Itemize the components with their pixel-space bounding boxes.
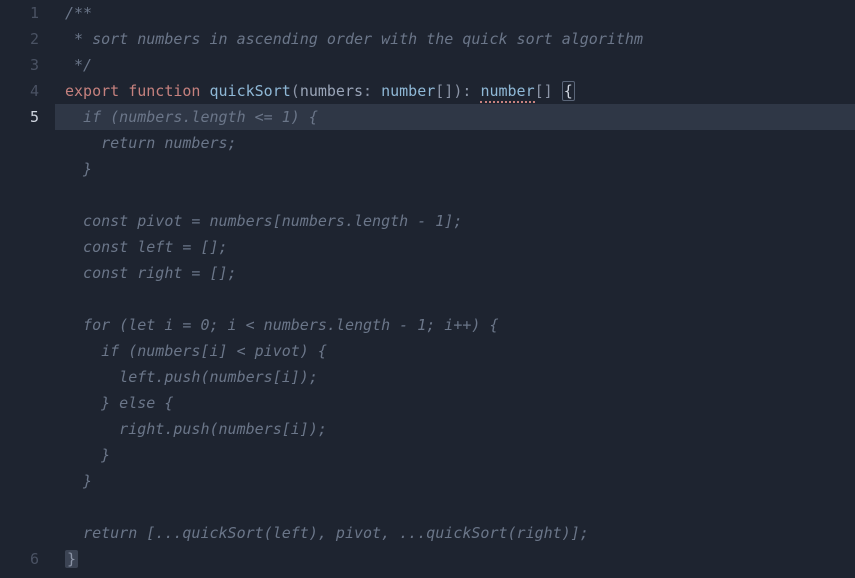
line-number: 2 bbox=[0, 26, 55, 52]
code-line: */ bbox=[65, 52, 855, 78]
line-number: 4 bbox=[0, 78, 55, 104]
line-number-active: 5 bbox=[0, 104, 55, 130]
ai-suggestion-token: return [...quickSort(left), pivot, ...qu… bbox=[65, 524, 589, 542]
code-line: } bbox=[65, 546, 855, 572]
punct-token: [] bbox=[535, 82, 553, 100]
gutter-spacer bbox=[0, 208, 55, 234]
code-line-suggestion bbox=[65, 494, 855, 520]
ai-suggestion-token: } bbox=[65, 446, 110, 464]
punct-token: [] bbox=[435, 82, 453, 100]
gutter-spacer bbox=[0, 130, 55, 156]
gutter-spacer bbox=[0, 390, 55, 416]
code-line-suggestion: } bbox=[65, 442, 855, 468]
code-line-suggestion: right.push(numbers[i]); bbox=[65, 416, 855, 442]
param-token: numbers bbox=[300, 82, 363, 100]
code-editor[interactable]: 1 2 3 4 5 6 /** * sort numbers in ascend… bbox=[0, 0, 855, 578]
punct-token: : bbox=[462, 82, 480, 100]
code-line-suggestion: const pivot = numbers[numbers.length - 1… bbox=[65, 208, 855, 234]
code-line-suggestion: } bbox=[65, 468, 855, 494]
code-line: /** bbox=[65, 0, 855, 26]
punct-token: : bbox=[363, 82, 381, 100]
ai-suggestion-token: for (let i = 0; i < numbers.length - 1; … bbox=[65, 316, 498, 334]
ai-suggestion-token: if (numbers.length <= 1) { bbox=[65, 108, 318, 126]
gutter-spacer bbox=[0, 442, 55, 468]
ai-suggestion-token: if (numbers[i] < pivot) { bbox=[65, 342, 327, 360]
ai-suggestion-token: } bbox=[65, 472, 92, 490]
code-line-suggestion: } else { bbox=[65, 390, 855, 416]
ai-suggestion-token: const right = []; bbox=[65, 264, 237, 282]
keyword-token: function bbox=[128, 82, 200, 100]
gutter-spacer bbox=[0, 338, 55, 364]
brace-highlight: { bbox=[562, 81, 575, 101]
code-line-suggestion: left.push(numbers[i]); bbox=[65, 364, 855, 390]
code-line: * sort numbers in ascending order with t… bbox=[65, 26, 855, 52]
line-gutter: 1 2 3 4 5 6 bbox=[0, 0, 55, 578]
ai-suggestion-token: right.push(numbers[i]); bbox=[65, 420, 327, 438]
brace-highlight: } bbox=[65, 550, 78, 568]
gutter-spacer bbox=[0, 364, 55, 390]
code-line-suggestion: const left = []; bbox=[65, 234, 855, 260]
type-token: number bbox=[381, 82, 435, 100]
gutter-spacer bbox=[0, 494, 55, 520]
ai-suggestion-token: } bbox=[65, 160, 92, 178]
line-number: 1 bbox=[0, 0, 55, 26]
comment-token: * sort numbers in ascending order with t… bbox=[65, 30, 643, 48]
line-number: 6 bbox=[0, 546, 55, 572]
code-line-suggestion: for (let i = 0; i < numbers.length - 1; … bbox=[65, 312, 855, 338]
code-line: export function quickSort(numbers: numbe… bbox=[65, 78, 855, 104]
code-line-suggestion: } bbox=[65, 156, 855, 182]
code-line-active: if (numbers.length <= 1) { bbox=[55, 104, 855, 130]
ai-suggestion-token: } else { bbox=[65, 394, 173, 412]
code-line-suggestion: return [...quickSort(left), pivot, ...qu… bbox=[65, 520, 855, 546]
ai-suggestion-token: left.push(numbers[i]); bbox=[65, 368, 318, 386]
gutter-spacer bbox=[0, 416, 55, 442]
ai-suggestion-token: const left = []; bbox=[65, 238, 228, 256]
gutter-spacer bbox=[0, 182, 55, 208]
keyword-token: export bbox=[65, 82, 119, 100]
gutter-spacer bbox=[0, 312, 55, 338]
gutter-spacer bbox=[0, 260, 55, 286]
line-number: 3 bbox=[0, 52, 55, 78]
ai-suggestion-token: const pivot = numbers[numbers.length - 1… bbox=[65, 212, 462, 230]
gutter-spacer bbox=[0, 468, 55, 494]
code-line-suggestion: const right = []; bbox=[65, 260, 855, 286]
comment-token: */ bbox=[65, 56, 92, 74]
gutter-spacer bbox=[0, 520, 55, 546]
code-content[interactable]: /** * sort numbers in ascending order wi… bbox=[55, 0, 855, 578]
gutter-spacer bbox=[0, 234, 55, 260]
code-line-suggestion: if (numbers[i] < pivot) { bbox=[65, 338, 855, 364]
ai-suggestion-token: return numbers; bbox=[65, 134, 237, 152]
comment-token: /** bbox=[65, 4, 92, 22]
return-type-token: number bbox=[480, 82, 534, 103]
code-line-suggestion: return numbers; bbox=[65, 130, 855, 156]
code-line-suggestion bbox=[65, 182, 855, 208]
punct-token: ( bbox=[291, 82, 300, 100]
function-name-token: quickSort bbox=[210, 82, 291, 100]
gutter-spacer bbox=[0, 156, 55, 182]
gutter-spacer bbox=[0, 286, 55, 312]
code-line-suggestion bbox=[65, 286, 855, 312]
